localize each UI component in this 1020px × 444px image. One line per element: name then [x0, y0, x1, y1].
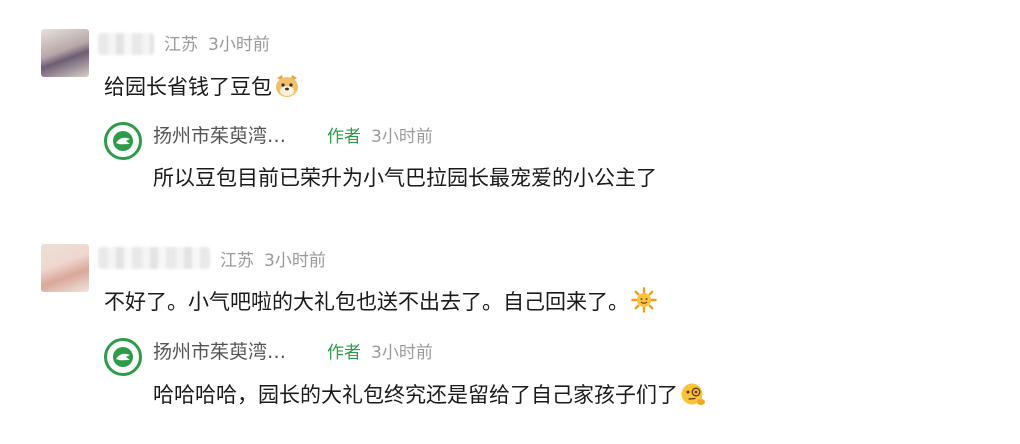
user-avatar[interactable] [41, 29, 89, 77]
user-avatar[interactable] [41, 244, 89, 292]
comment-text[interactable]: 不好了。小气吧啦的大礼包也送不出去了。自己回来了。 [104, 287, 657, 320]
park-logo-icon [113, 347, 133, 367]
reply-time: 3小时前 [371, 127, 433, 147]
comment-location: 江苏 [220, 251, 254, 271]
comment-time: 3小时前 [208, 35, 270, 55]
author-badge: 作者 [327, 343, 361, 363]
reply-text[interactable]: 哈哈哈哈，园长的大礼包终究还是留给了自己家孩子们了 [153, 380, 706, 413]
comment-location: 江苏 [164, 35, 198, 55]
comment-time: 3小时前 [264, 251, 326, 271]
comment-text[interactable]: 给园长省钱了豆包 [104, 73, 300, 105]
comment-text-body: 不好了。小气吧啦的大礼包也送不出去了。自己回来了。 [104, 290, 629, 314]
comment-meta: 江苏 3小时前 [220, 250, 326, 272]
sun-emoji-icon [631, 287, 657, 320]
monocle-face-emoji-icon [680, 380, 706, 413]
user-name-blurred[interactable] [98, 247, 210, 269]
author-name[interactable]: 扬州市茱萸湾… [153, 340, 286, 364]
park-logo-icon [113, 131, 133, 151]
reply-text[interactable]: 所以豆包目前已荣升为小气巴拉园长最宠爱的小公主了 [153, 164, 657, 192]
author-avatar[interactable] [104, 122, 142, 160]
comment-meta: 江苏 3小时前 [164, 34, 270, 56]
dog-face-emoji-icon [274, 74, 300, 105]
author-avatar[interactable] [104, 338, 142, 376]
reply-text-body: 哈哈哈哈，园长的大礼包终究还是留给了自己家孩子们了 [153, 383, 678, 407]
user-name-blurred[interactable] [98, 33, 154, 55]
comment-text-body: 给园长省钱了豆包 [104, 75, 272, 99]
author-name[interactable]: 扬州市茱萸湾… [153, 124, 286, 148]
author-badge: 作者 [327, 127, 361, 147]
reply-time: 3小时前 [371, 343, 433, 363]
